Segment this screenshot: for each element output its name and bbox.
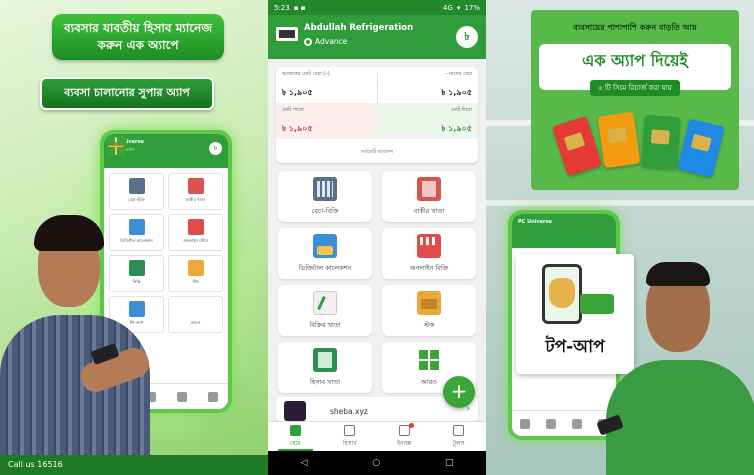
status-time: 5:23	[274, 3, 290, 12]
recents-icon[interactable]: □	[445, 458, 454, 468]
mini-tile: কিস্তি	[109, 255, 164, 292]
sim-card-icon	[677, 118, 725, 178]
account-book-icon	[313, 348, 337, 372]
topup-card: টপ-আপ	[516, 254, 634, 374]
status-bar: 5:23 ▪ ▪ 4G ▾ 17%	[268, 0, 486, 15]
call-us-bar: Call us 16516	[0, 455, 268, 475]
home-icon	[520, 418, 530, 429]
mini-app-grid: বেচা-বিক্রি বাকীর খাতা ডিজিটাল কালেকশন অ…	[104, 168, 228, 338]
mini-tile: অনলাইন স্টোর	[168, 214, 223, 251]
promo-panel-left: ব্যবসার যাবতীয় হিসাব ম্যানেজ করুন এক অ্…	[0, 0, 268, 475]
sales-book-icon	[313, 291, 337, 315]
nav-accounts[interactable]: হিসাব	[323, 422, 378, 451]
mini-tile: বাকীর খাতা	[168, 173, 223, 210]
calculator-icon	[128, 178, 145, 194]
ledger-icon	[546, 418, 556, 429]
ledger-icon	[344, 425, 356, 436]
feature-grid: বেচা-বিক্রি বাকীর খাতা ডিজিটাল কালেকশন অ…	[268, 163, 486, 393]
tile-online-sales[interactable]: অনলাইন বিক্রি	[382, 228, 476, 279]
mini-tile: আরও	[168, 296, 223, 333]
taka-balance-button[interactable]: ৳	[456, 26, 478, 48]
sim-card-icon	[551, 115, 603, 177]
topup-label: টপ-আপ	[545, 337, 605, 357]
money-bag-icon	[549, 278, 575, 308]
system-nav-bar: ◁ ○ □	[268, 451, 486, 475]
back-icon[interactable]: ◁	[300, 458, 307, 468]
phone-screenshot: 5:23 ▪ ▪ 4G ▾ 17% Abdullah Refrigeration…	[268, 0, 486, 475]
tile-sales-book[interactable]: বিক্রির খাতা	[278, 285, 372, 336]
mini-tile: ডিজিটাল কালেকশন	[109, 214, 164, 251]
sim-card-icon	[597, 111, 641, 169]
summary-today-sales: আজকের মোট বেচা (–) ৳ ১,৯০৫	[282, 71, 330, 97]
cash-icon	[580, 294, 614, 314]
nav-home[interactable]: হোম	[268, 422, 323, 451]
notification-icons: ▪ ▪	[293, 3, 306, 12]
banner-top-text: ব্যবসায়ের পাশাপাশি করুন বাড়তি আয়	[573, 23, 697, 32]
stock-box-icon	[187, 260, 204, 276]
ledger-book-icon	[417, 177, 441, 201]
mini-app-header: PC Universe	[512, 214, 616, 248]
installment-icon	[128, 260, 145, 276]
home-icon	[289, 425, 301, 436]
promo-panel-right: ব্যবসায়ের পাশাপাশি করুন বাড়তি আয় এক অ…	[486, 0, 754, 475]
home-circle-icon[interactable]: ○	[372, 458, 380, 468]
recharge-banner: ব্যবসায়ের পাশাপাশি করুন বাড়তি আয় এক অ…	[531, 10, 739, 190]
network-indicator: 4G	[443, 3, 453, 12]
calculator-icon	[313, 177, 337, 201]
gear-icon	[453, 425, 465, 436]
digital-collection-icon	[128, 219, 145, 235]
wifi-icon: ▾	[456, 3, 461, 12]
inbox-icon	[572, 418, 582, 429]
banner-main-box: এক অ্যাপ দিয়েই ৫ টি সিমে রিচার্জ করা যা…	[539, 44, 731, 96]
app-store-screenshots: ব্যবসার যাবতীয় হিসাব ম্যানেজ করুন এক অ্…	[0, 0, 754, 475]
nav-tools[interactable]: টুলস	[432, 422, 487, 451]
battery-level: 17%	[464, 3, 480, 12]
tier-icon	[304, 37, 312, 46]
more-grid-icon	[417, 348, 441, 372]
tagline-banner: ব্যবসা চালানোর সুপার অ্যাপ	[40, 77, 214, 110]
unread-badge	[408, 423, 414, 428]
taka-icon: ৳	[209, 142, 222, 155]
business-logo[interactable]	[276, 27, 298, 41]
stock-box-icon	[417, 291, 441, 315]
sim-card-icon	[641, 114, 681, 170]
business-name[interactable]: Abdullah Refrigeration	[304, 23, 413, 33]
summary-footer-link[interactable]: সর্বমোট ব্যালেন্স	[276, 149, 478, 157]
headline-banner: ব্যবসার যাবতীয় হিসাব ম্যানেজ করুন এক অ্…	[52, 14, 224, 60]
tile-due-ledger[interactable]: বাকীর খাতা	[382, 171, 476, 222]
mail-icon	[398, 425, 410, 436]
mini-app-title: PC Universe	[518, 219, 552, 225]
mini-tile: বেচা-বিক্রি	[109, 173, 164, 210]
nav-inbox[interactable]: ইনবক্স	[377, 422, 432, 451]
tile-digital-collection[interactable]: ডিজিটাল কালেকশন	[278, 228, 372, 279]
tools-icon	[207, 391, 218, 402]
bottom-nav: হোম হিসাব ইনবক্স টুলস	[268, 421, 486, 451]
banner-main-text: এক অ্যাপ দিয়েই	[582, 51, 688, 70]
mini-tile: স্টক	[168, 255, 223, 292]
summary-payable: মোট দিবো ৳ ১,৯০৫	[377, 103, 478, 139]
tile-account-book[interactable]: হিসাব খাতা	[278, 342, 372, 393]
sheba-label: sheba.xyz	[330, 407, 368, 416]
digital-collection-icon	[313, 234, 337, 258]
online-store-icon	[417, 234, 441, 258]
inbox-icon	[176, 391, 187, 402]
banner-sub-text: ৫ টি সিমে রিচার্জ করা যায়	[590, 80, 680, 96]
tile-stock[interactable]: স্টক	[382, 285, 476, 336]
mini-app-title: PC Universe	[110, 139, 144, 145]
sales-summary-card[interactable]: আজকের মোট বেচা (–) ৳ ১,৯০৫ – মাসের বেচা …	[276, 67, 478, 163]
summary-receivable: মোট পাবো ৳ ১,৯০৫	[276, 103, 377, 139]
topup-icon	[128, 301, 145, 317]
online-store-icon	[187, 219, 204, 235]
sheba-thumbnail	[284, 401, 306, 421]
app-header: Abdullah Refrigeration Advance ৳	[268, 15, 486, 59]
subscription-tier: Advance	[304, 37, 347, 46]
add-button[interactable]: +	[443, 376, 475, 408]
ledger-book-icon	[187, 178, 204, 194]
more-grid-icon	[188, 301, 204, 317]
tile-sales[interactable]: বেচা-বিক্রি	[278, 171, 372, 222]
summary-month-sales: – মাসের বেচা ৳ ১,৯০৫	[441, 71, 472, 97]
mini-app-subtitle: সুপার অ্যাডমিন	[110, 147, 135, 152]
